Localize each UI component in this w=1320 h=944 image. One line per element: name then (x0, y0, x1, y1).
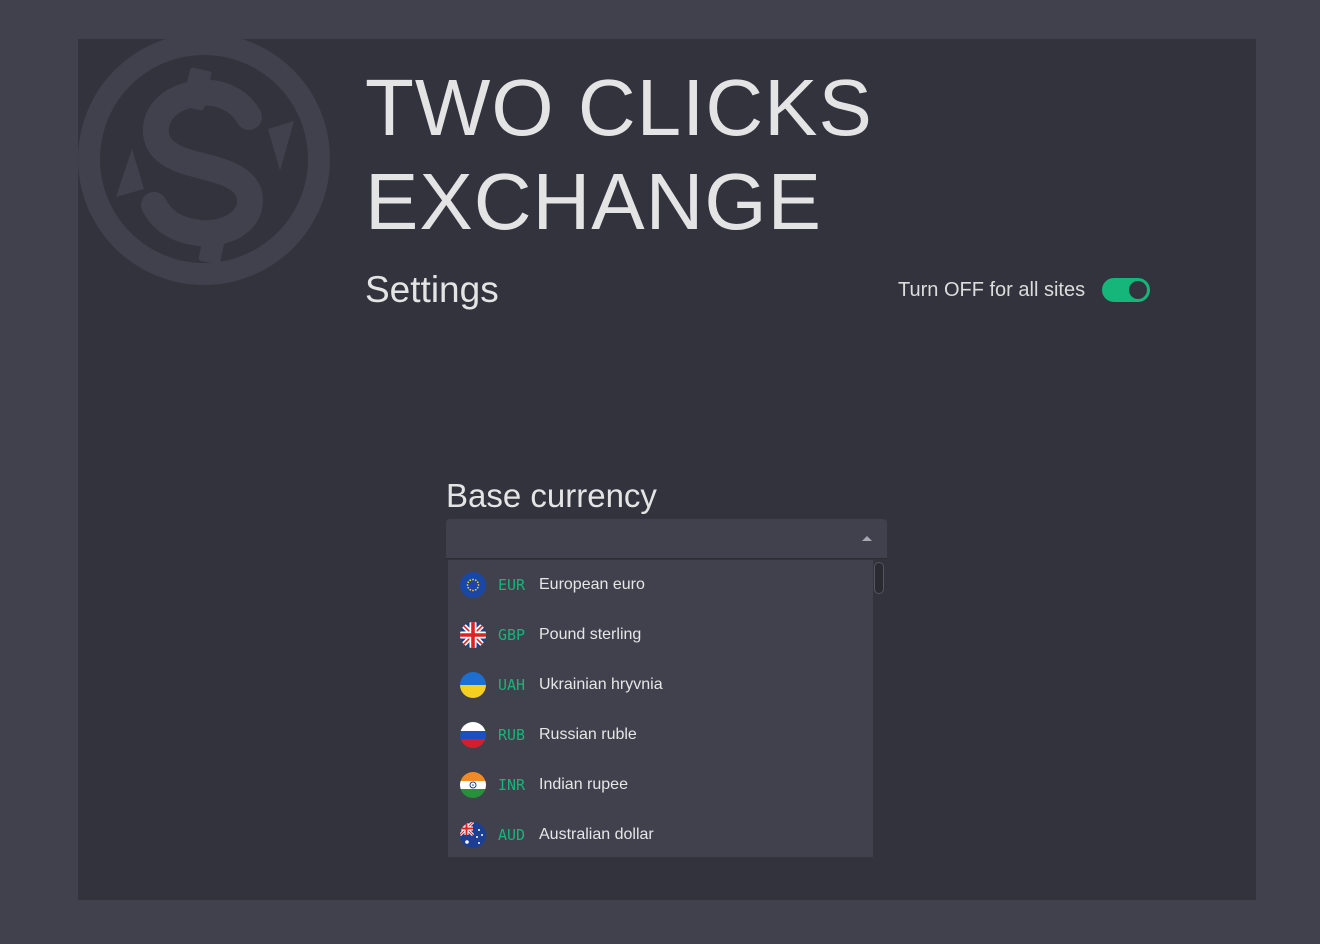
eu-flag-icon (460, 572, 486, 598)
settings-heading: Settings (365, 269, 499, 310)
base-currency-select[interactable] (446, 519, 887, 559)
currency-option-eur[interactable]: EUR European euro (448, 560, 873, 610)
app-title: TWO CLICKS EXCHANGE (365, 61, 873, 249)
app-title-line2: EXCHANGE (365, 157, 822, 246)
currency-option-gbp[interactable]: GBP Pound sterling (448, 610, 873, 660)
currency-name: Australian dollar (539, 826, 654, 843)
dropdown-scrollbar[interactable] (873, 560, 886, 857)
currency-code: EUR (498, 576, 526, 594)
currency-code: UAH (498, 676, 526, 694)
currency-name: Indian rupee (539, 776, 628, 793)
currency-option-uah[interactable]: UAH Ukrainian hryvnia (448, 660, 873, 710)
currency-code: GBP (498, 626, 526, 644)
currency-dropdown-list: EUR European euro GBP Pound sterling UAH… (448, 560, 886, 857)
currency-option-aud[interactable]: AUD Australian dollar (448, 810, 873, 857)
currency-code: AUD (498, 826, 526, 844)
scrollbar-thumb[interactable] (874, 562, 884, 594)
app-title-line1: TWO CLICKS (365, 63, 873, 152)
currency-name: Pound sterling (539, 626, 642, 643)
settings-panel: TWO CLICKS EXCHANGE Settings Turn OFF fo… (78, 39, 1256, 900)
currency-code: RUB (498, 726, 526, 744)
toggle-knob (1129, 281, 1147, 299)
toggle-label: Turn OFF for all sites (898, 279, 1086, 301)
currency-name: Ukrainian hryvnia (539, 676, 663, 693)
currency-option-inr[interactable]: INR Indian rupee (448, 760, 873, 810)
base-currency-label: Base currency (446, 477, 657, 514)
australia-flag-icon (460, 822, 486, 848)
turn-off-all-sites-toggle[interactable] (1102, 278, 1150, 302)
india-flag-icon (460, 772, 486, 798)
russia-flag-icon (460, 722, 486, 748)
ukraine-flag-icon (460, 672, 486, 698)
uk-flag-icon (460, 622, 486, 648)
dollar-exchange-icon (78, 39, 330, 285)
currency-code: INR (498, 776, 526, 794)
currency-name: European euro (539, 576, 645, 593)
currency-name: Russian ruble (539, 726, 637, 743)
currency-option-rub[interactable]: RUB Russian ruble (448, 710, 873, 760)
caret-up-icon[interactable] (862, 536, 872, 541)
